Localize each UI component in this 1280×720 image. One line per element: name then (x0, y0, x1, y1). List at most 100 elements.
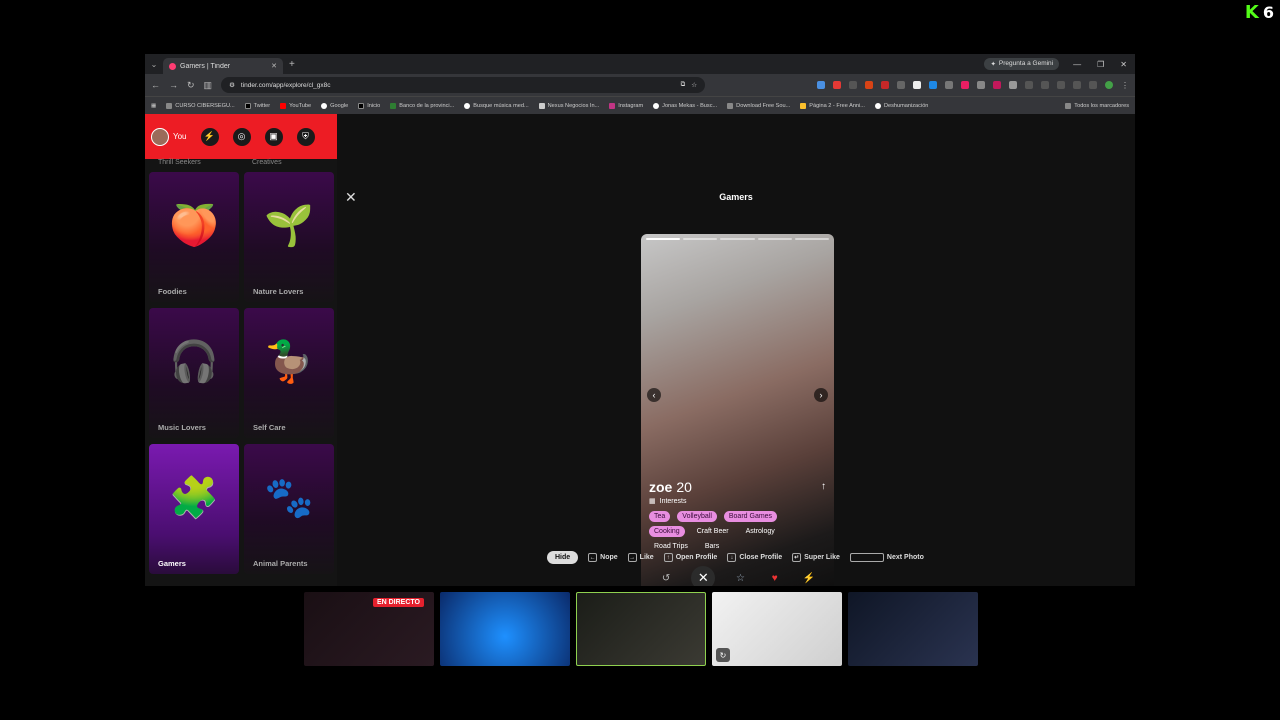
x-logo-icon (358, 102, 365, 109)
profile-avatar[interactable] (1105, 80, 1113, 89)
extension-icon[interactable] (929, 80, 937, 89)
interest-chips: Tea Volleyball Board Games Cooking Craft… (649, 511, 809, 552)
bookmark-item[interactable]: Jonas Mekas - Busc... (653, 102, 717, 109)
category-music-lovers[interactable]: 🎧 Music Lovers (149, 308, 239, 438)
rewind-icon[interactable]: ↺ (657, 569, 675, 586)
history-icon[interactable] (1025, 80, 1033, 89)
super-like-icon[interactable]: ☆ (731, 569, 749, 586)
explore-icon[interactable]: ◎ (232, 127, 251, 146)
menu-lines-icon[interactable] (1089, 80, 1097, 89)
restore-icon[interactable]: ❐ (1097, 60, 1104, 69)
tab-close-icon[interactable]: ✕ (271, 62, 277, 70)
photo-indicator (794, 238, 830, 240)
category-gamers[interactable]: 🧩 Gamers (149, 444, 239, 574)
site-info-icon[interactable]: ⚙ (229, 81, 235, 89)
bookmark-item[interactable]: CURSO CIBERSEGU... (166, 102, 235, 109)
sidepanel-icon[interactable]: ▥ (204, 80, 213, 91)
extension-icon[interactable] (833, 80, 841, 89)
bookmark-item[interactable]: Instagram (609, 102, 643, 109)
arrow-up-key-icon: ↑ (663, 553, 673, 562)
shortcut-label: Open Profile (675, 554, 718, 561)
folder-icon (1065, 102, 1072, 109)
category-foodies[interactable]: 🍑 Foodies (149, 172, 239, 302)
bookmark-item[interactable]: Download Free Sou... (727, 102, 791, 109)
stream-thumbnail[interactable] (848, 592, 978, 666)
extension-icon[interactable] (977, 80, 985, 89)
bookmark-item[interactable]: Inicio (358, 102, 380, 109)
gemini-button[interactable]: ✦ Pregunta a Gemini (984, 58, 1060, 70)
tab-tinder[interactable]: Gamers | Tinder ✕ (163, 58, 283, 74)
minimize-icon[interactable]: — (1073, 60, 1081, 69)
tab-search-icon[interactable]: ⌄ (145, 60, 163, 69)
bookmark-item[interactable]: YouTube (280, 102, 312, 109)
live-badge: EN DIRECTO (372, 598, 424, 607)
reload-icon[interactable]: ↻ (187, 80, 195, 91)
bookmark-label: Nexus Negocios In... (547, 102, 600, 109)
next-photo-icon[interactable]: › (814, 388, 828, 402)
forward-icon[interactable]: → (169, 80, 178, 90)
category-nature-lovers[interactable]: 🌱 Nature Lovers (244, 172, 334, 302)
bookmark-item[interactable]: Twitter (244, 102, 271, 109)
new-tab-button[interactable]: + (289, 59, 295, 70)
install-icon[interactable]: ⧉ (681, 81, 686, 89)
bookmark-item[interactable]: Banco de la provinci... (390, 102, 454, 109)
peach-icon: 🍑 (169, 204, 219, 248)
bookmark-label: Deshumanización (883, 102, 929, 109)
extension-icon[interactable] (881, 80, 889, 89)
boost-icon[interactable]: ⚡ (800, 569, 818, 586)
bookmark-label: Twitter (253, 102, 271, 109)
all-bookmarks[interactable]: Todos los marcadores (1065, 102, 1129, 109)
extension-icon[interactable] (865, 80, 873, 89)
photo-indicator (683, 238, 718, 240)
interest-chip: Tea (649, 511, 671, 522)
extension-icon[interactable] (961, 80, 969, 89)
previous-photo-icon[interactable]: ‹ (647, 388, 661, 402)
bookmark-label: YouTube (289, 102, 312, 109)
category-animal-parents[interactable]: 🐾 Animal Parents (244, 444, 334, 574)
download-icon[interactable] (1057, 80, 1065, 89)
profile-card[interactable]: ‹ › ↑ zoe 20 ▦ Interests Tea Volleyball … (641, 234, 834, 586)
tinder-page: You ⚡ ◎ ▣ ⛨ Thrill Seekers Creatives 🍑 F… (145, 114, 1135, 586)
like-icon[interactable]: ♥ (766, 569, 784, 586)
photo-progress (646, 238, 830, 240)
puzzle-icon[interactable] (1009, 80, 1017, 89)
shortcut-label: Nope (600, 554, 618, 561)
close-window-icon[interactable]: ✕ (1120, 60, 1127, 69)
briefcase-icon[interactable]: ▣ (264, 127, 283, 146)
extension-icon[interactable] (945, 80, 953, 89)
extension-icon[interactable] (849, 80, 857, 89)
extension-icon[interactable] (817, 80, 825, 89)
puzzle-piece-icon: 🧩 (169, 476, 219, 520)
interests-header: ▦ Interests (649, 497, 826, 506)
category-self-care[interactable]: 🦆 Self Care (244, 308, 334, 438)
extension-icon[interactable] (913, 80, 921, 89)
bookmark-label: Download Free Sou... (736, 102, 791, 109)
extension-icon[interactable] (1073, 80, 1081, 89)
hide-button[interactable]: Hide (547, 551, 579, 564)
boost-icon[interactable]: ⚡ (200, 127, 219, 146)
you-label[interactable]: You (173, 132, 187, 141)
kebab-menu-icon[interactable]: ⋮ (1121, 81, 1129, 90)
bookmark-item[interactable]: Google (321, 102, 348, 109)
extension-icon[interactable] (897, 80, 905, 89)
address-bar[interactable]: ⚙ tinder.com/app/explore/cl_gx8c ⧉ ☆ (221, 77, 706, 93)
stream-thumbnail[interactable]: ↻ (712, 592, 842, 666)
nope-button[interactable]: ✕ (691, 566, 716, 586)
back-icon[interactable]: ← (151, 80, 160, 90)
stream-thumbnail[interactable]: EN DIRECTO (304, 592, 434, 666)
stream-thumbnail[interactable] (576, 592, 706, 666)
bookmark-item[interactable]: Página 2 - Free Anni... (800, 102, 865, 109)
shield-icon[interactable]: ⛨ (296, 127, 315, 146)
profile-age: 20 (676, 479, 692, 495)
apps-icon[interactable]: ▦ (151, 103, 156, 109)
bookmark-item[interactable]: Busque música med... (464, 102, 529, 109)
bookmark-star-icon[interactable]: ☆ (691, 81, 697, 89)
stream-thumbnail[interactable] (440, 592, 570, 666)
enter-key-icon: ↵ (792, 553, 802, 562)
bookmark-item[interactable]: Deshumanización (874, 102, 929, 109)
bookmark-item[interactable]: Nexus Negocios In... (538, 102, 600, 109)
extension-icon[interactable] (993, 80, 1001, 89)
reload-icon[interactable]: ↻ (716, 648, 730, 662)
code-icon[interactable] (1041, 80, 1049, 89)
avatar[interactable] (151, 127, 169, 146)
